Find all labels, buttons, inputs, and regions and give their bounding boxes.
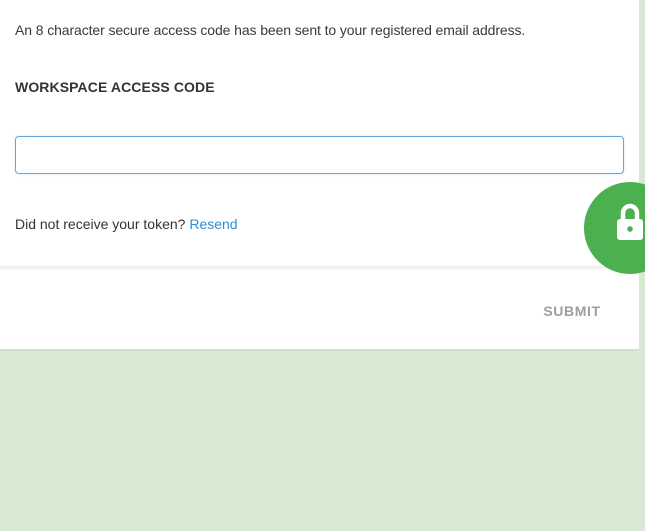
access-code-input[interactable] — [15, 136, 624, 174]
footer-divider — [0, 266, 639, 271]
card-edge — [639, 0, 645, 349]
resend-link[interactable]: Resend — [189, 216, 237, 232]
submit-button[interactable]: SUBMIT — [527, 296, 617, 326]
resend-prompt: Did not receive your token? — [15, 216, 186, 232]
lock-icon — [617, 203, 643, 240]
access-code-dialog: An 8 character secure access code has be… — [0, 0, 639, 349]
resend-row: Did not receive your token? Resend — [15, 214, 238, 234]
access-code-label: WORKSPACE ACCESS CODE — [15, 79, 215, 95]
access-code-message: An 8 character secure access code has be… — [15, 22, 526, 38]
